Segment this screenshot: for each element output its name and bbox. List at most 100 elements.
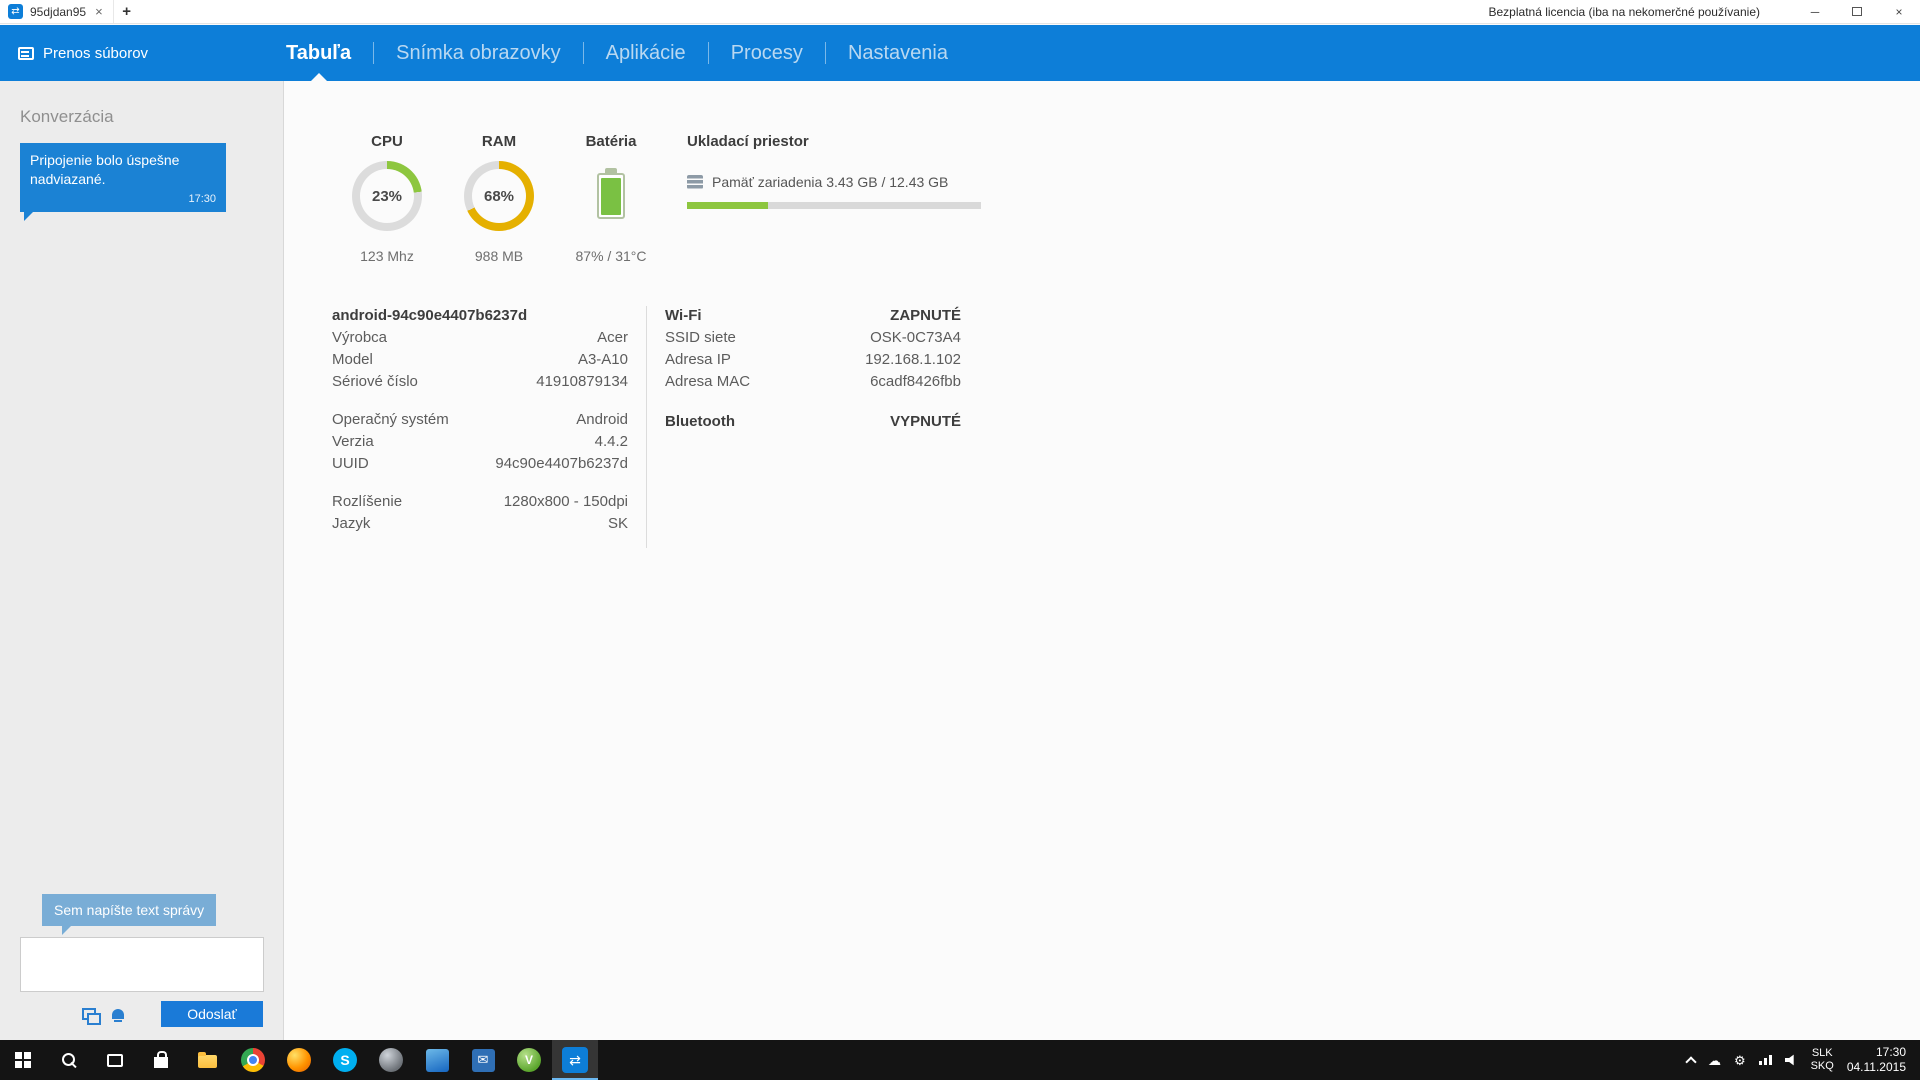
- close-button[interactable]: ×: [1878, 0, 1920, 23]
- storage-detail: Pamäť zariadenia 3.43 GB / 12.43 GB: [712, 174, 948, 190]
- cpu-widget: CPU 23% 123 Mhz: [331, 133, 443, 264]
- settings-tray-icon[interactable]: [1734, 1054, 1746, 1067]
- chat-message-bubble-tail: [24, 212, 33, 221]
- file-explorer-button[interactable]: [184, 1040, 230, 1080]
- file-transfer-label: Prenos súborov: [43, 45, 148, 62]
- storage-title: Ukladací priestor: [687, 133, 997, 150]
- column-divider: [646, 306, 647, 548]
- wifi-row-label: Adresa MAC: [665, 373, 750, 390]
- device-info-section: android-94c90e4407b6237d Výrobca Acer Mo…: [332, 304, 1920, 548]
- teamviewer-taskbar-button[interactable]: [552, 1040, 598, 1080]
- chat-input[interactable]: [20, 937, 264, 992]
- wifi-row: Adresa MAC 6cadf8426fbb: [665, 370, 961, 392]
- clock-date: 04.11.2015: [1847, 1060, 1906, 1075]
- cpu-percent: 23%: [360, 169, 414, 223]
- tab-settings-label: Nastavenia: [848, 42, 948, 65]
- session-tab-close-icon[interactable]: ×: [95, 4, 103, 19]
- chat-title: Konverzácia: [0, 81, 283, 127]
- mail-button[interactable]: [460, 1040, 506, 1080]
- green-v-app-icon: [517, 1048, 541, 1072]
- system-tray: SLK SKQ 17:30 04.11.2015: [1687, 1040, 1920, 1080]
- device-group-hardware: Výrobca Acer Model A3-A10 Sériové číslo …: [332, 326, 628, 392]
- ram-label: RAM: [443, 133, 555, 150]
- chat-compose-area: Sem napíšte text správy Odoslať: [0, 894, 283, 1027]
- device-row-value: 1280x800 - 150dpi: [504, 493, 628, 510]
- cpu-detail: 123 Mhz: [331, 248, 443, 264]
- store-button[interactable]: [138, 1040, 184, 1080]
- tab-applications[interactable]: Aplikácie: [584, 25, 708, 81]
- gray-app-icon: [379, 1048, 403, 1072]
- firefox-button[interactable]: [276, 1040, 322, 1080]
- session-tab[interactable]: ⇄ 95djdan95 ×: [0, 0, 114, 23]
- device-row-label: UUID: [332, 455, 369, 472]
- tab-settings[interactable]: Nastavenia: [826, 25, 970, 81]
- storage-widget: Ukladací priestor Pamäť zariadenia 3.43 …: [687, 133, 997, 264]
- tab-processes[interactable]: Procesy: [709, 25, 825, 81]
- device-info-column: android-94c90e4407b6237d Výrobca Acer Mo…: [332, 304, 628, 548]
- search-button[interactable]: [46, 1040, 92, 1080]
- device-row-label: Rozlíšenie: [332, 493, 402, 510]
- device-row-value: Acer: [597, 329, 628, 346]
- header-tabs: Tabuľa Snímka obrazovky Aplikácie Proces…: [264, 25, 970, 81]
- device-group-display: Rozlíšenie 1280x800 - 150dpi Jazyk SK: [332, 490, 628, 534]
- green-app-button[interactable]: [506, 1040, 552, 1080]
- device-row-label: Model: [332, 351, 373, 368]
- device-row-label: Sériové číslo: [332, 373, 418, 390]
- device-row-label: Operačný systém: [332, 411, 449, 428]
- device-row: Verzia 4.4.2: [332, 430, 628, 452]
- chrome-button[interactable]: [230, 1040, 276, 1080]
- active-tab-notch: [311, 73, 327, 81]
- task-view-button[interactable]: [92, 1040, 138, 1080]
- device-row: Sériové číslo 41910879134: [332, 370, 628, 392]
- wifi-row-value: 192.168.1.102: [865, 351, 961, 368]
- buzz-icon[interactable]: [112, 1009, 124, 1019]
- ram-percent: 68%: [472, 169, 526, 223]
- tab-dashboard[interactable]: Tabuľa: [264, 25, 373, 81]
- dashboard-main: CPU 23% 123 Mhz RAM 68% 988 MB Batér: [285, 81, 1920, 1040]
- device-row: Výrobca Acer: [332, 326, 628, 348]
- device-row: Model A3-A10: [332, 348, 628, 370]
- skype-button[interactable]: [322, 1040, 368, 1080]
- device-row: Jazyk SK: [332, 512, 628, 534]
- device-group-os: Operačný systém Android Verzia 4.4.2 UUI…: [332, 408, 628, 474]
- maximize-button[interactable]: [1836, 0, 1878, 23]
- file-transfer-button[interactable]: Prenos súborov: [0, 45, 240, 62]
- minimize-button[interactable]: ─: [1794, 0, 1836, 23]
- storage-bar: [687, 202, 981, 209]
- device-row-value: SK: [608, 515, 628, 532]
- chat-sidebar: Konverzácia Pripojenie bolo úspešne nadv…: [0, 81, 284, 1040]
- wifi-row: SSID siete OSK-0C73A4: [665, 326, 961, 348]
- taskbar-clock[interactable]: 17:30 04.11.2015: [1847, 1045, 1910, 1075]
- remote-session-header: Prenos súborov Tabuľa Snímka obrazovky A…: [0, 25, 1920, 81]
- start-button[interactable]: [0, 1040, 46, 1080]
- show-hidden-icons-chevron[interactable]: [1685, 1056, 1696, 1067]
- titlebar: ⇄ 95djdan95 × + Bezplatná licencia (iba …: [0, 0, 1920, 24]
- photos-button[interactable]: [414, 1040, 460, 1080]
- file-transfer-icon: [18, 47, 34, 60]
- gauges-row: CPU 23% 123 Mhz RAM 68% 988 MB Batér: [285, 81, 1920, 264]
- new-tab-button[interactable]: +: [114, 0, 140, 23]
- windows-logo-icon: [15, 1052, 31, 1068]
- device-name: android-94c90e4407b6237d: [332, 304, 628, 326]
- tab-applications-label: Aplikácie: [606, 42, 686, 65]
- license-text: Bezplatná licencia (iba na nekomerčné po…: [1489, 5, 1795, 19]
- device-row: UUID 94c90e4407b6237d: [332, 452, 628, 474]
- chrome-icon: [241, 1048, 265, 1072]
- send-file-icon[interactable]: [82, 1008, 96, 1020]
- volume-icon[interactable]: [1785, 1054, 1798, 1066]
- chat-input-hint-tail: [62, 926, 71, 935]
- language-indicator[interactable]: SLK SKQ: [1811, 1047, 1834, 1073]
- gray-app-button[interactable]: [368, 1040, 414, 1080]
- tab-screenshot[interactable]: Snímka obrazovky: [374, 25, 583, 81]
- device-row-value: A3-A10: [578, 351, 628, 368]
- wifi-label: Wi-Fi: [665, 307, 702, 324]
- device-row-label: Verzia: [332, 433, 374, 450]
- device-row-label: Jazyk: [332, 515, 370, 532]
- cloud-tray-icon[interactable]: [1708, 1054, 1721, 1067]
- send-button[interactable]: Odoslať: [161, 1001, 263, 1027]
- network-signal-icon[interactable]: [1759, 1055, 1772, 1065]
- task-view-icon: [107, 1054, 123, 1067]
- device-row-value: Android: [576, 411, 628, 428]
- wifi-row-value: 6cadf8426fbb: [870, 373, 961, 390]
- ram-gauge: 68%: [464, 161, 534, 231]
